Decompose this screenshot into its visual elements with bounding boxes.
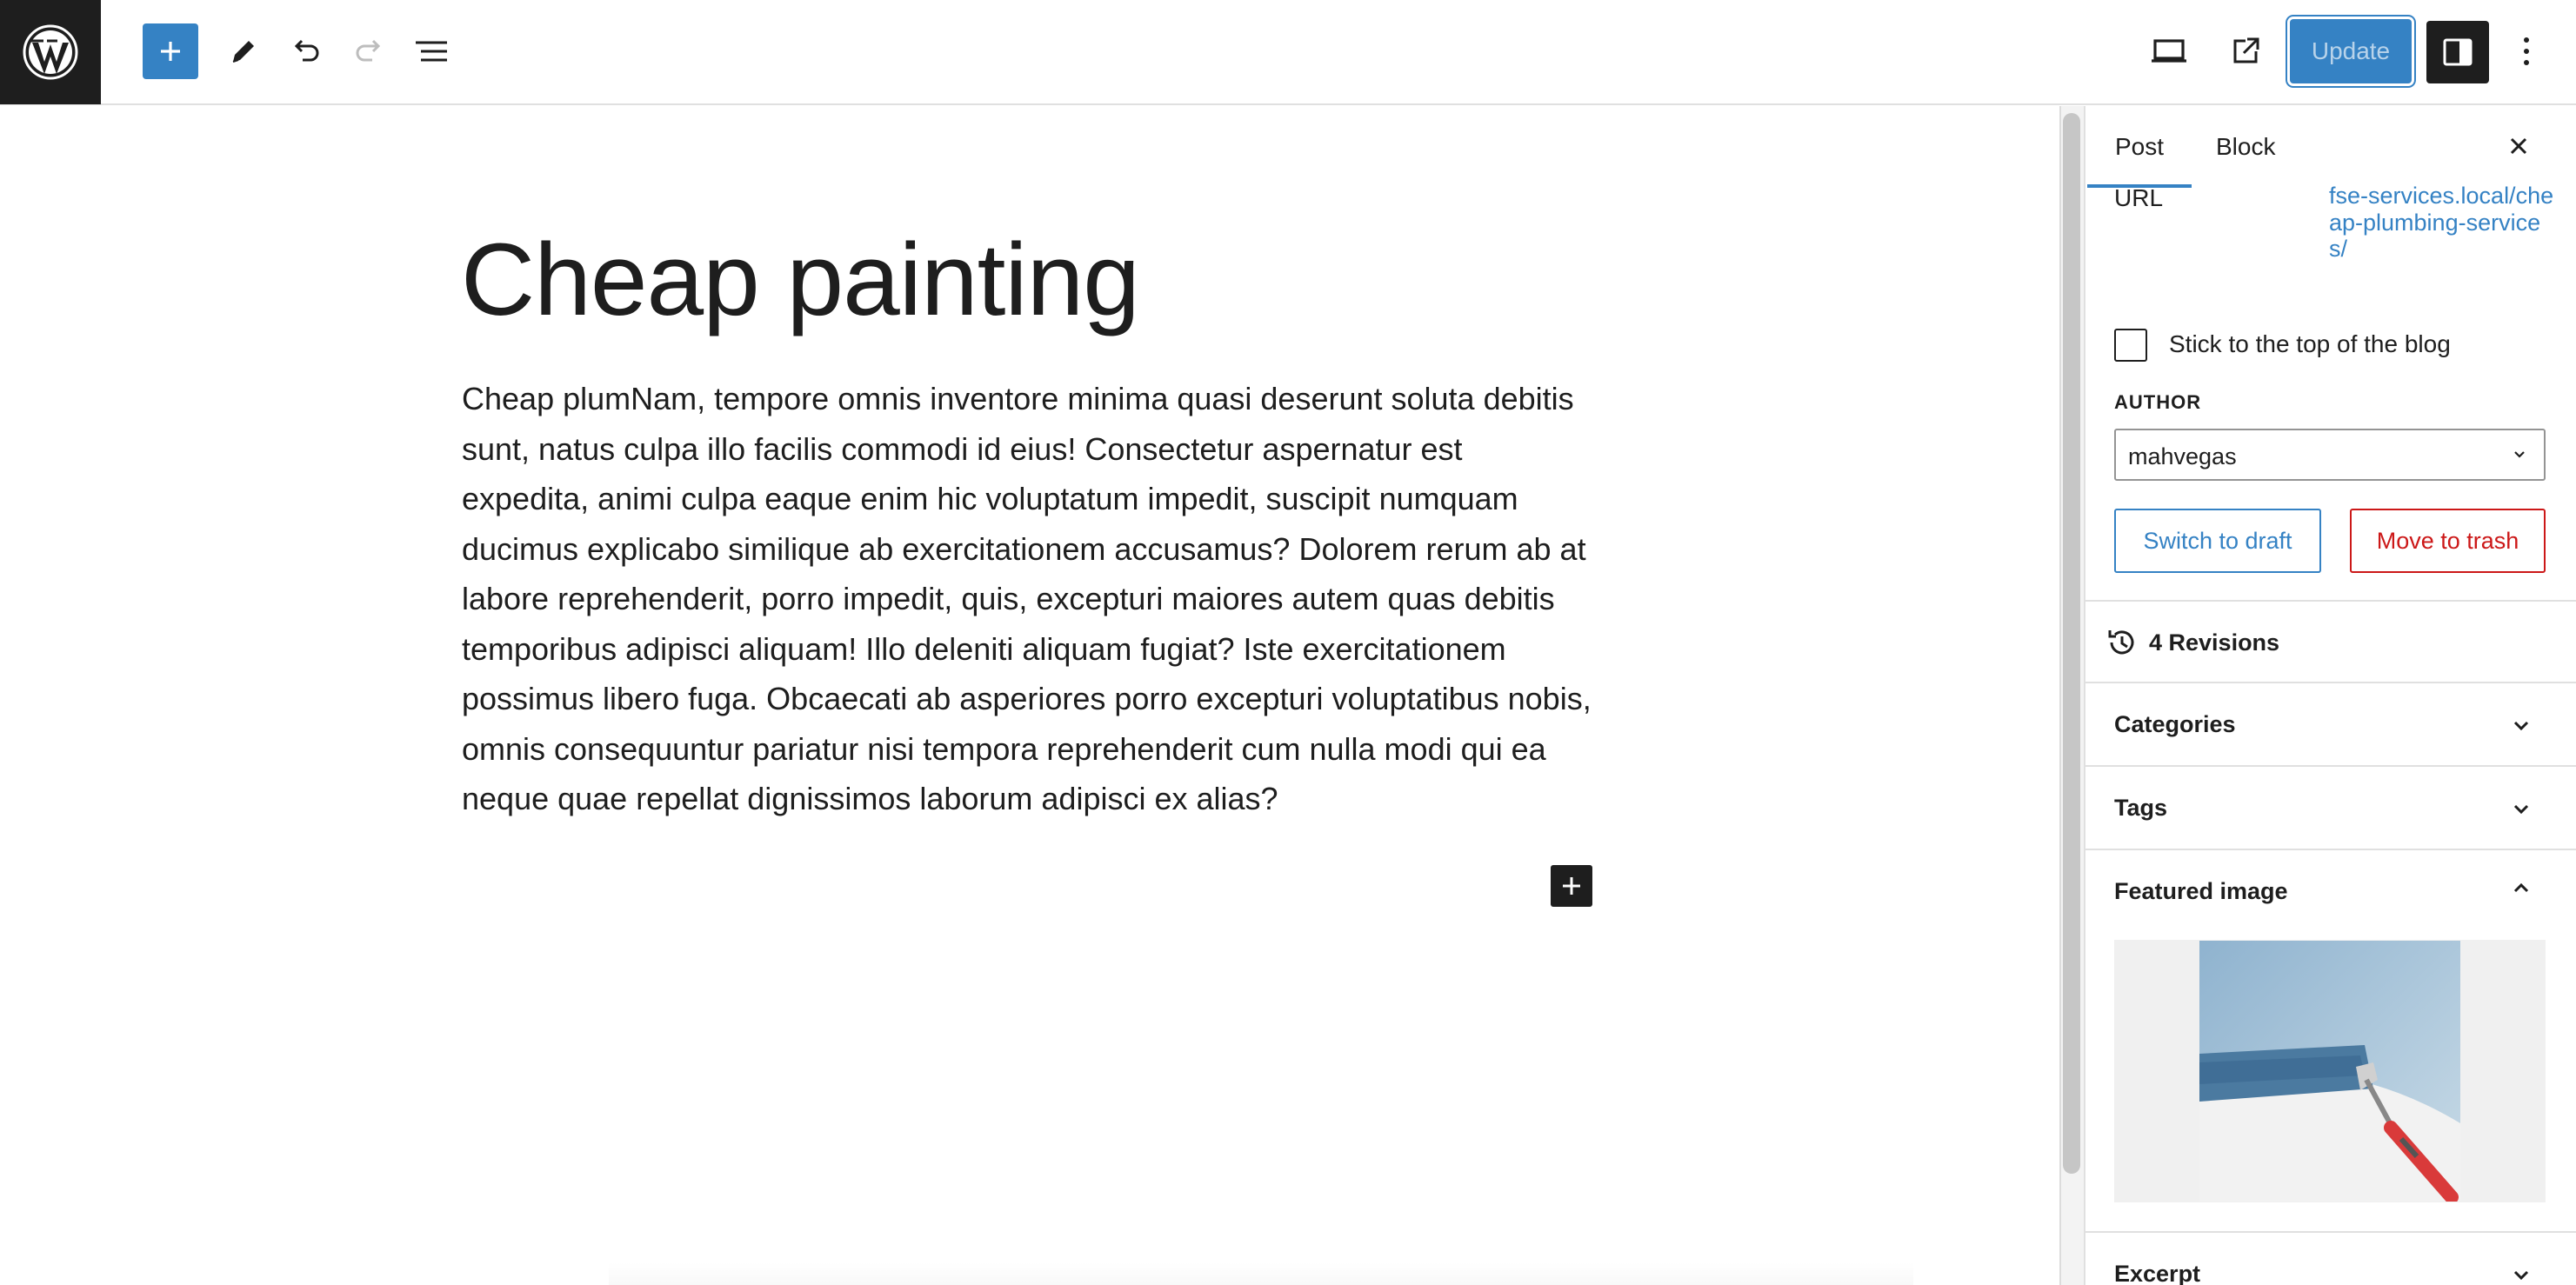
redo-button[interactable] <box>341 23 397 79</box>
wordpress-logo-icon[interactable] <box>0 0 101 104</box>
chevron-up-icon <box>2510 876 2533 903</box>
revisions-label: 4 Revisions <box>2149 629 2280 656</box>
categories-label: Categories <box>2114 711 2236 737</box>
panel-excerpt[interactable]: Excerpt <box>2085 1231 2576 1285</box>
sticky-checkbox[interactable] <box>2114 329 2147 362</box>
author-heading: AUTHOR <box>2114 391 2202 413</box>
settings-button[interactable] <box>2426 21 2489 83</box>
desktop-preview-icon <box>2152 39 2186 63</box>
pencil-icon <box>232 41 254 63</box>
editor-header: Update <box>0 0 2576 105</box>
close-icon <box>2510 137 2527 155</box>
close-sidebar-button[interactable] <box>2494 122 2543 170</box>
author-select-value: mahvegas <box>2128 443 2237 469</box>
revisions-icon <box>2105 625 2139 664</box>
chevron-down-icon <box>2510 1264 2533 1285</box>
tab-post-label: Post <box>2115 133 2165 160</box>
excerpt-label: Excerpt <box>2114 1261 2201 1285</box>
preview-button[interactable] <box>2141 23 2197 79</box>
list-view-icon <box>416 41 447 62</box>
switch-to-draft-button[interactable]: Switch to draft <box>2114 509 2321 573</box>
add-block-button[interactable] <box>143 23 198 79</box>
view-post-button[interactable] <box>2218 23 2273 79</box>
permalink-link[interactable]: fse-services.local/cheap-plumbing-servic… <box>2329 183 2555 263</box>
canvas-fade <box>609 1262 1913 1285</box>
undo-icon <box>294 39 319 62</box>
chevron-down-icon <box>2510 445 2529 469</box>
add-block-inline-button[interactable] <box>1551 865 1592 907</box>
paragraph-block[interactable]: Cheap plumNam, tempore omnis inventore m… <box>462 374 1592 824</box>
more-options-button[interactable] <box>2505 23 2548 79</box>
post-title[interactable]: Cheap painting <box>461 221 1140 339</box>
canvas-scrollbar-thumb[interactable] <box>2063 113 2080 1174</box>
more-vertical-icon <box>2524 37 2529 65</box>
chevron-down-icon <box>2510 798 2533 825</box>
move-to-trash-button[interactable]: Move to trash <box>2350 509 2546 573</box>
plus-icon <box>1563 877 1580 895</box>
url-label: URL <box>2114 184 2164 211</box>
panel-tags[interactable]: Tags <box>2085 765 2576 849</box>
sticky-label[interactable]: Stick to the top of the blog <box>2169 330 2451 358</box>
featured-image-label: Featured image <box>2114 878 2288 904</box>
featured-image-thumbnail[interactable] <box>2199 941 2460 1202</box>
settings-sidebar-icon <box>2443 38 2473 66</box>
panel-categories[interactable]: Categories <box>2085 682 2576 765</box>
chevron-down-icon <box>2510 715 2533 742</box>
revisions-row[interactable]: 4 Revisions <box>2085 600 2576 682</box>
tab-post[interactable]: Post <box>2087 106 2192 188</box>
tools-button[interactable] <box>216 23 271 79</box>
undo-button[interactable] <box>278 23 334 79</box>
update-button[interactable]: Update <box>2290 19 2412 83</box>
editor-canvas: Cheap painting Cheap plumNam, tempore om… <box>0 106 2059 1285</box>
plus-icon <box>161 42 180 61</box>
external-link-icon <box>2233 37 2259 63</box>
tags-label: Tags <box>2114 795 2168 821</box>
list-view-button[interactable] <box>404 23 459 79</box>
tab-block[interactable]: Block <box>2216 106 2275 188</box>
tab-block-label: Block <box>2216 133 2276 160</box>
redo-icon <box>356 39 381 62</box>
